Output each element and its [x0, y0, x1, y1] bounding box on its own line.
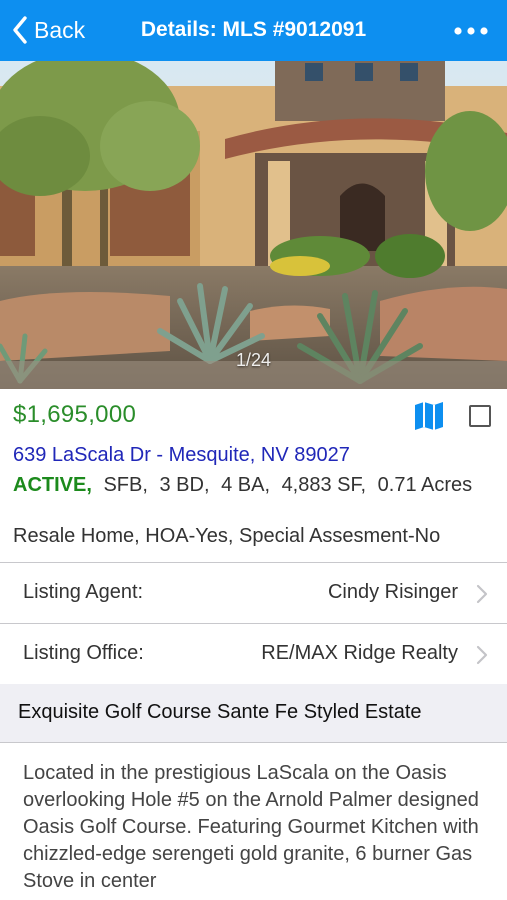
chevron-left-icon [13, 16, 27, 44]
photo-counter: 1/24 [235, 350, 272, 370]
favorite-checkbox[interactable] [469, 405, 491, 427]
bathrooms: 4 BA, [221, 474, 270, 496]
remarks-title: Exquisite Golf Course Sante Fe Styled Es… [18, 701, 422, 723]
listing-summary: $1,695,000 639 LaScala Dr - Mesquite, NV… [0, 389, 507, 563]
remarks-header: Exquisite Golf Course Sante Fe Styled Es… [0, 684, 507, 743]
property-type: SFB, [103, 474, 148, 496]
square-feet: 4,883 SF, [281, 474, 367, 496]
more-options-button[interactable] [451, 18, 491, 44]
chevron-right-icon [476, 584, 488, 604]
map-button[interactable] [413, 401, 445, 431]
listing-office-row[interactable]: Listing Office: RE/MAX Ridge Realty [0, 624, 507, 685]
listing-address[interactable]: 639 LaScala Dr - Mesquite, NV 89027 [13, 444, 350, 467]
listing-agent-value: Cindy Risinger [327, 581, 458, 603]
back-button[interactable]: Back [12, 14, 85, 46]
lot-acres: 0.71 Acres [377, 474, 473, 496]
listing-office-value: RE/MAX Ridge Realty [261, 642, 458, 664]
navigation-bar: Back Details: MLS #9012091 [0, 0, 507, 61]
listing-agent-row[interactable]: Listing Agent: Cindy Risinger [0, 563, 507, 624]
listing-agent-label: Listing Agent: [23, 581, 144, 603]
listing-office-label: Listing Office: [23, 642, 144, 664]
property-photo-image [0, 61, 507, 389]
listing-price: $1,695,000 [13, 401, 137, 428]
listing-subtype: Resale Home, HOA-Yes, Special Assesment-… [13, 525, 441, 547]
property-photo[interactable]: 1/24 [0, 61, 507, 389]
listing-specs: ACTIVE, SFB, 3 BD, 4 BA, 4,883 SF, 0.71 … [13, 472, 493, 499]
back-label: Back [34, 16, 86, 43]
listing-status: ACTIVE, [13, 474, 92, 496]
ellipsis-icon [454, 27, 488, 35]
remarks-body: Located in the prestigious LaScala on th… [23, 762, 479, 892]
map-icon [415, 402, 443, 430]
chevron-right-icon [476, 645, 488, 665]
bedrooms: 3 BD, [159, 474, 210, 496]
